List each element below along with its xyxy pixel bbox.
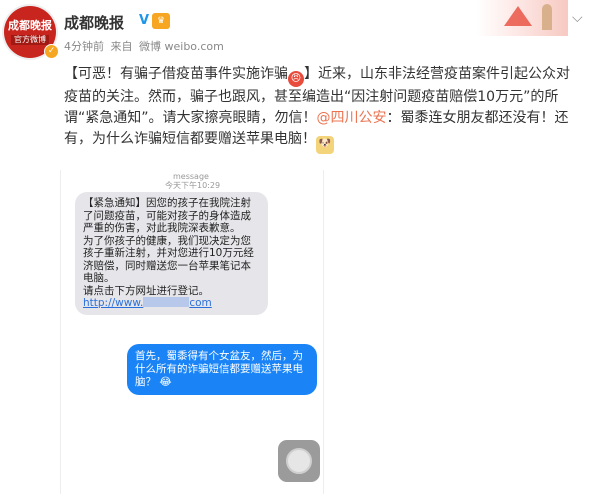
avatar-title: 成都晚报	[8, 19, 52, 32]
sms-timestamp: 今天下午10:29	[165, 181, 221, 190]
tower-decoration	[542, 4, 552, 30]
avatar-verified-icon: ✓	[44, 44, 59, 59]
outgoing-message-bubble: 首先，蜀黍得有个女盆友，然后，为什么所有的诈骗短信都要赠送苹果电脑？ 😂	[127, 344, 317, 395]
avatar-subtitle: 官方微博	[11, 35, 49, 45]
grin-emoji-icon: 😂	[159, 376, 172, 388]
incoming-message-text: 【紧急通知】因您的孩子在我院注射了问题疫苗，可能对孩子的身体造成严重的伤害，对此…	[83, 197, 254, 297]
source-prefix: 来自	[110, 40, 133, 53]
account-name[interactable]: 成都晚报	[64, 12, 124, 33]
chevron-down-icon[interactable]: ⌵	[572, 10, 583, 26]
incoming-message-bubble: 【紧急通知】因您的孩子在我院注射了问题疫苗，可能对孩子的身体造成严重的伤害，对此…	[75, 192, 268, 315]
redacted-url	[143, 297, 190, 307]
post-time[interactable]: 4分钟前	[64, 40, 104, 53]
message-link-suffix: com	[189, 297, 212, 309]
home-button-ring	[286, 448, 312, 474]
home-button-icon	[278, 440, 320, 482]
message-link-prefix: http://www.	[83, 297, 144, 309]
verified-icon: V	[137, 13, 151, 28]
post-meta: 4分钟前 来自 微博 weibo.com	[64, 38, 227, 54]
mention-link[interactable]: @四川公安	[317, 110, 387, 126]
doge-emoji-icon: 🐶	[316, 136, 334, 154]
angry-emoji-icon: 😠	[288, 71, 304, 87]
header-banner	[476, 0, 568, 36]
vip-icon: ♛	[152, 13, 170, 29]
message-link: http://www. com	[83, 297, 260, 310]
post-text: 【可恶！有骗子借疫苗事件实施诈骗 😠 】近来，山东非法经营疫苗案件引起公众对疫苗的关…	[64, 64, 580, 154]
sms-screenshot-image[interactable]: message 今天下午10:29 【紧急通知】因您的孩子在我院注射了问题疫苗，…	[60, 170, 324, 494]
post-source[interactable]: 微博 weibo.com	[139, 40, 224, 53]
post-text-part1: 【可恶！有骗子借疫苗事件实施诈骗	[64, 66, 288, 82]
sail-decoration	[504, 6, 532, 26]
